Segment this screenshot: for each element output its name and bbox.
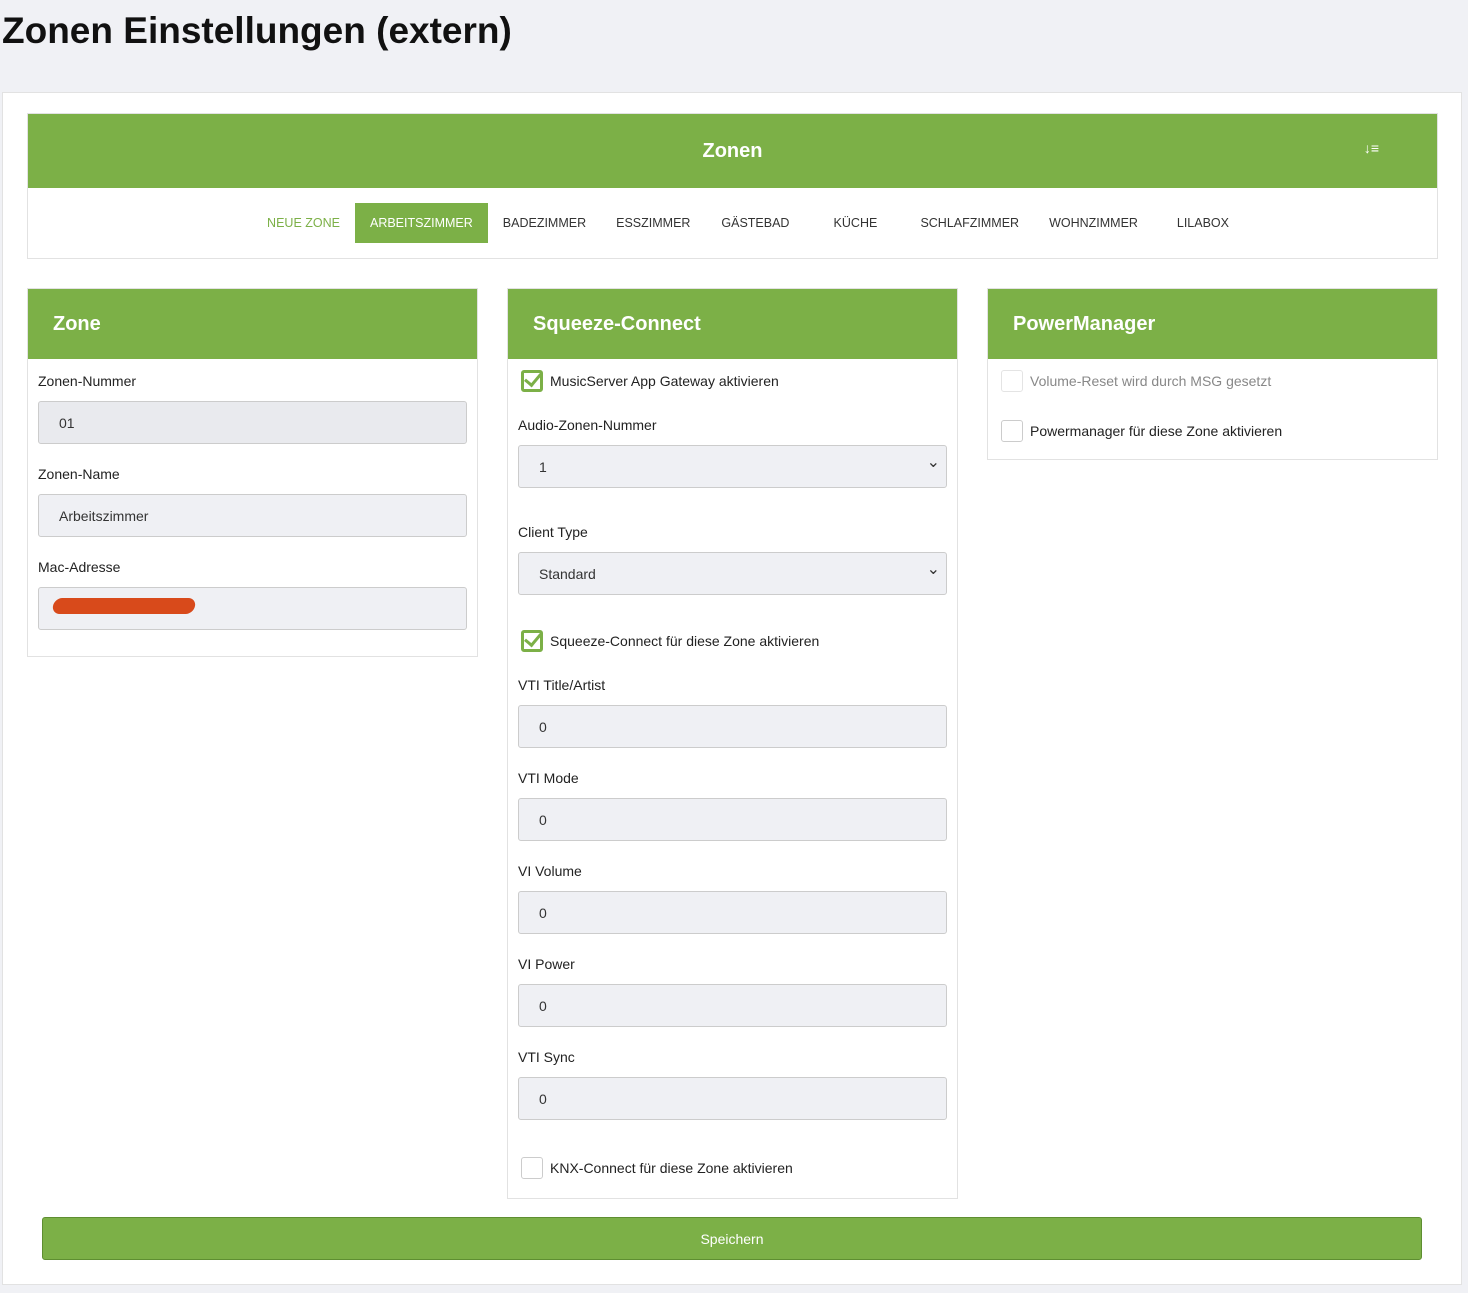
- gateway-checkbox[interactable]: [521, 370, 543, 392]
- knx-enable-checkbox[interactable]: [521, 1157, 543, 1179]
- tab-lilabox[interactable]: LilaBox: [1153, 203, 1253, 243]
- zone-number-field[interactable]: 01: [38, 401, 467, 444]
- volume-reset-label: Volume-Reset wird durch MSG gesetzt: [1030, 373, 1272, 389]
- mac-address-field[interactable]: [38, 587, 467, 630]
- redaction-mark: [51, 598, 197, 614]
- save-button[interactable]: Speichern: [42, 1217, 1422, 1260]
- volume-reset-checkbox: [1001, 370, 1023, 392]
- tab-wohnzimmer[interactable]: Wohnzimmer: [1034, 203, 1153, 243]
- tab-gaestebad[interactable]: Gästebad: [705, 203, 805, 243]
- audio-zone-value: 1: [539, 458, 547, 475]
- vti-mode-label: VTI Mode: [518, 770, 579, 786]
- vti-sync-label: VTI Sync: [518, 1049, 575, 1065]
- squeeze-enable-checkbox[interactable]: [521, 630, 543, 652]
- knx-enable-label: KNX-Connect für diese Zone aktivieren: [550, 1160, 793, 1176]
- zones-section: Zonen ↓≡ Neue Zone Arbeitszimmer Badezim…: [27, 113, 1438, 259]
- zone-card-header: Zone: [28, 289, 477, 359]
- vi-volume-label: VI Volume: [518, 863, 582, 879]
- audio-zone-label: Audio-Zonen-Nummer: [518, 417, 657, 433]
- client-type-value: Standard: [539, 565, 596, 582]
- vi-power-label: VI Power: [518, 956, 575, 972]
- tab-neue-zone[interactable]: Neue Zone: [252, 203, 355, 243]
- mac-address-label: Mac-Adresse: [38, 559, 121, 575]
- vti-title-label: VTI Title/Artist: [518, 677, 606, 693]
- gateway-label: MusicServer App Gateway aktivieren: [550, 373, 779, 389]
- zone-card: Zone Zonen-Nummer 01 Zonen-Name Arbeitsz…: [27, 288, 478, 657]
- tab-schlafzimmer[interactable]: Schlafzimmer: [905, 203, 1034, 243]
- vti-sync-field[interactable]: 0: [518, 1077, 947, 1120]
- powermanager-card-header: PowerManager: [988, 289, 1437, 359]
- zones-header: Zonen: [702, 139, 763, 162]
- page-title: Zonen Einstellungen (extern): [2, 10, 512, 51]
- squeeze-card-header: Squeeze-Connect: [508, 289, 957, 359]
- zone-number-label: Zonen-Nummer: [38, 373, 137, 389]
- powermanager-enable-label: Powermanager für diese Zone aktivieren: [1030, 423, 1283, 439]
- client-type-select[interactable]: Standard: [518, 552, 947, 595]
- gateway-checkbox-row[interactable]: MusicServer App Gateway aktivieren: [521, 369, 947, 393]
- squeeze-card: Squeeze-Connect MusicServer App Gateway …: [507, 288, 958, 1199]
- vi-power-field[interactable]: 0: [518, 984, 947, 1027]
- vti-title-field[interactable]: 0: [518, 705, 947, 748]
- squeeze-enable-row[interactable]: Squeeze-Connect für diese Zone aktiviere…: [521, 629, 947, 653]
- main-panel: Zonen ↓≡ Neue Zone Arbeitszimmer Badezim…: [2, 92, 1462, 1285]
- squeeze-enable-label: Squeeze-Connect für diese Zone aktiviere…: [550, 633, 820, 649]
- knx-enable-row[interactable]: KNX-Connect für diese Zone aktivieren: [521, 1156, 947, 1180]
- powermanager-enable-row[interactable]: Powermanager für diese Zone aktivieren: [1001, 419, 1427, 443]
- zone-name-field[interactable]: Arbeitszimmer: [38, 494, 467, 537]
- tab-badezimmer[interactable]: Badezimmer: [488, 203, 601, 243]
- sort-icon[interactable]: ↓≡: [1364, 140, 1379, 156]
- zone-tabs: Neue Zone Arbeitszimmer Badezimmer Esszi…: [28, 188, 1437, 258]
- volume-reset-row: Volume-Reset wird durch MSG gesetzt: [1001, 369, 1427, 393]
- powermanager-enable-checkbox[interactable]: [1001, 420, 1023, 442]
- zone-name-label: Zonen-Name: [38, 466, 120, 482]
- powermanager-card: PowerManager Volume-Reset wird durch MSG…: [987, 288, 1438, 460]
- vti-mode-field[interactable]: 0: [518, 798, 947, 841]
- vi-volume-field[interactable]: 0: [518, 891, 947, 934]
- tab-arbeitszimmer[interactable]: Arbeitszimmer: [354, 203, 488, 243]
- tab-esszimmer[interactable]: Esszimmer: [601, 203, 705, 243]
- audio-zone-select[interactable]: 1: [518, 445, 947, 488]
- client-type-label: Client Type: [518, 524, 588, 540]
- tab-kueche[interactable]: Küche: [805, 203, 905, 243]
